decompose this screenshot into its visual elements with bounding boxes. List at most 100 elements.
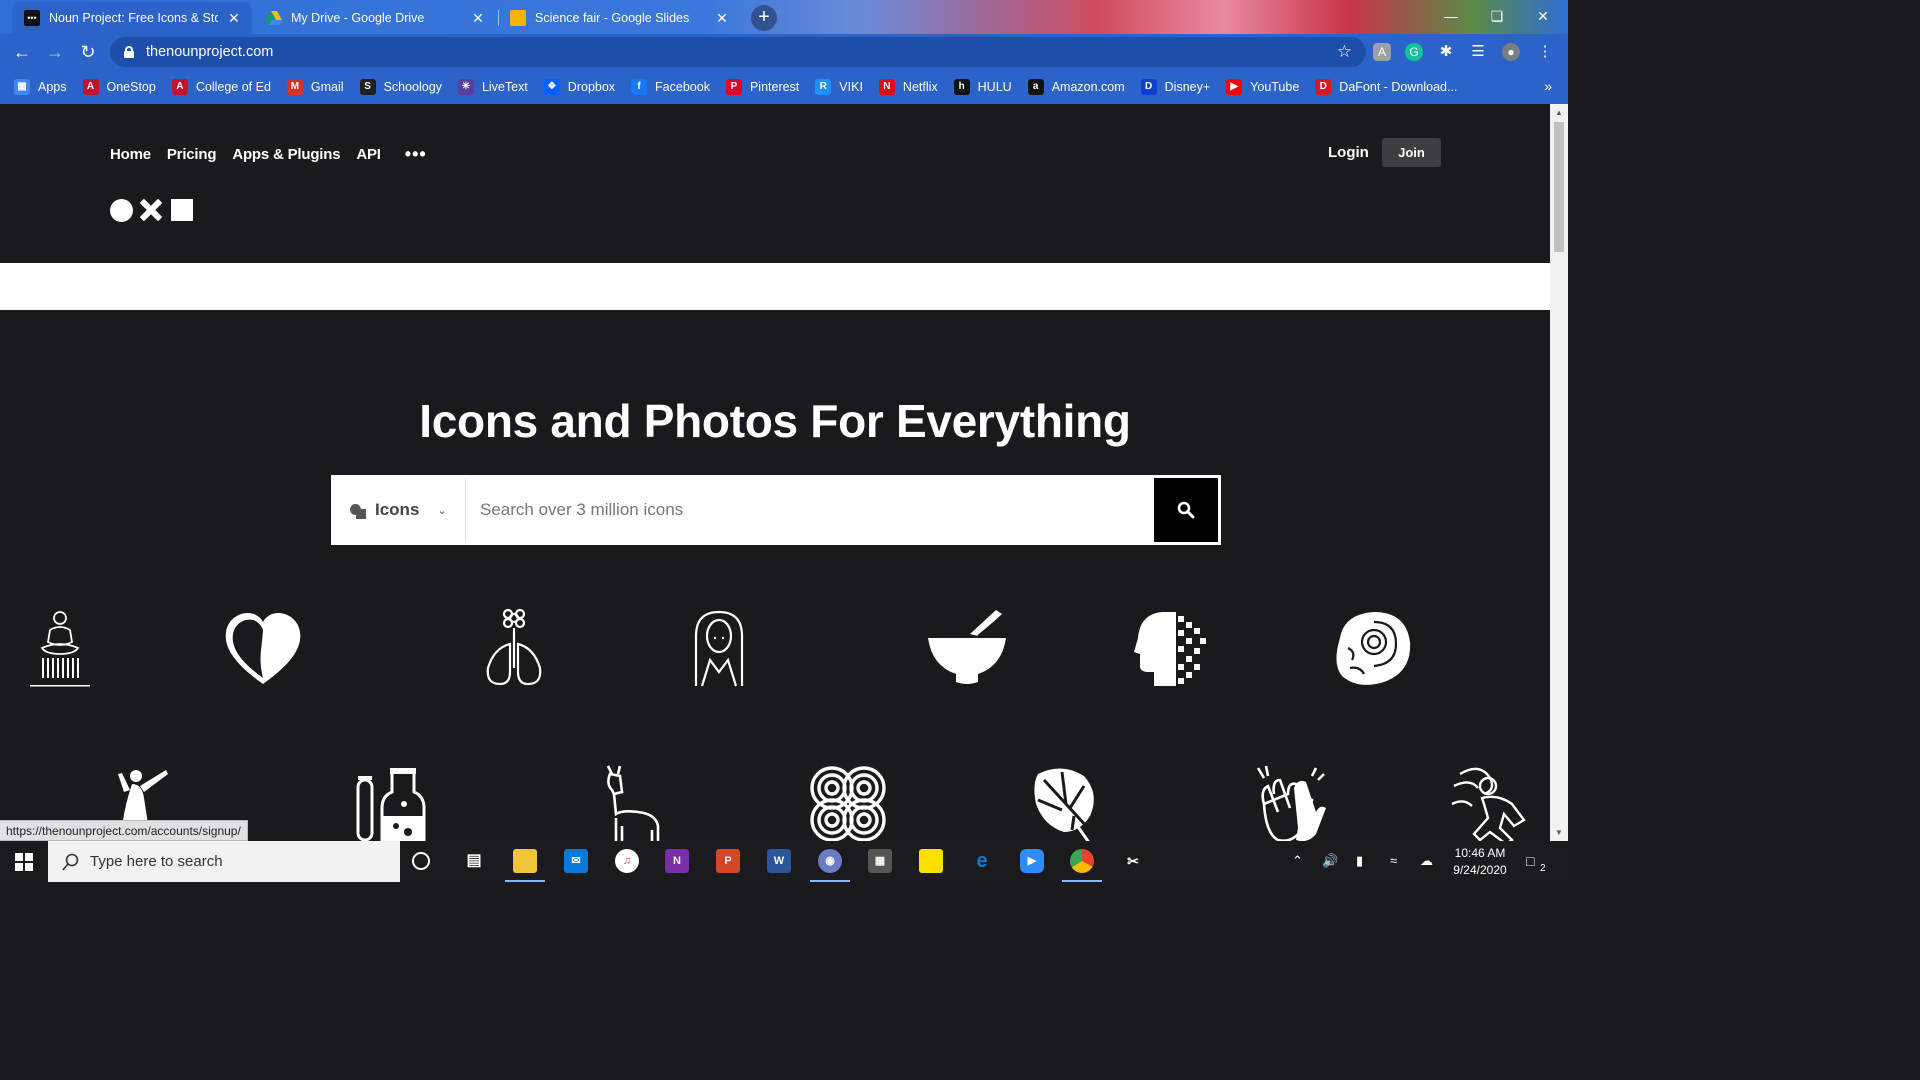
edge-icon[interactable]: e <box>970 849 994 873</box>
snip-tool-icon[interactable]: ✂ <box>1121 849 1145 873</box>
forward-button[interactable]: → <box>43 40 67 64</box>
lungs-flower-icon[interactable] <box>482 608 546 688</box>
calculator-icon[interactable]: ▦ <box>868 849 892 873</box>
taskbar-search-box[interactable]: Type here to search <box>48 841 400 882</box>
page-scrollbar[interactable]: ▲ ▼ <box>1550 104 1568 841</box>
bookmark-livetext[interactable]: ✳ LiveText <box>457 79 528 95</box>
file-explorer-icon[interactable] <box>513 849 537 873</box>
taskbar-clock[interactable]: 10:46 AM 9/24/2020 <box>1440 845 1520 879</box>
scroll-up-icon[interactable]: ▲ <box>1555 108 1563 117</box>
tab-close-icon[interactable]: ✕ <box>226 10 242 27</box>
address-bar[interactable]: thenounproject.com ☆ <box>110 37 1366 67</box>
mail-icon[interactable]: ✉ <box>564 849 588 873</box>
restore-button[interactable]: ❏ <box>1474 0 1520 32</box>
search-type-label: Icons <box>375 500 420 519</box>
nav-api[interactable]: API <box>356 146 381 163</box>
chrome-icon[interactable] <box>1070 849 1094 873</box>
extension-a-icon[interactable]: A <box>1373 43 1391 61</box>
bookmark-facebook[interactable]: f Facebook <box>631 79 710 95</box>
bookmark-label: Schoology <box>383 80 442 94</box>
clock-date: 9/24/2020 <box>1453 863 1507 877</box>
bookmark-label: Amazon.com <box>1051 80 1125 94</box>
wifi-icon[interactable]: ≈ <box>1390 853 1397 868</box>
chrome-menu-icon[interactable]: ⋮ <box>1536 43 1554 61</box>
grammarly-icon[interactable]: G <box>1405 43 1423 61</box>
woman-portrait-icon[interactable] <box>688 608 750 688</box>
bookmark-college-of-ed[interactable]: A College of Ed <box>171 79 271 95</box>
reading-list-icon[interactable]: ☰ <box>1469 43 1487 61</box>
zoom-icon[interactable]: ▶ <box>1020 849 1044 873</box>
bookmark-label: Pinterest <box>749 80 800 94</box>
bookmark-dropbox[interactable]: ❖ Dropbox <box>543 79 615 95</box>
back-button[interactable]: ← <box>10 40 34 64</box>
bookmark-pinterest[interactable]: P Pinterest <box>725 79 800 95</box>
monstera-leaf-icon[interactable] <box>1032 764 1098 841</box>
mortar-pestle-icon[interactable] <box>924 608 1010 688</box>
minimize-button[interactable]: — <box>1428 0 1474 32</box>
meditation-icon[interactable] <box>28 608 92 688</box>
nav-apps-plugins[interactable]: Apps & Plugins <box>232 146 340 163</box>
tray-chevron-up-icon[interactable]: ⌃ <box>1292 853 1303 869</box>
bookmark-onestop[interactable]: A OneStop <box>82 79 156 95</box>
search-bar: Icons ⌄ <box>331 475 1221 545</box>
volume-icon[interactable]: 🔊 <box>1322 853 1338 869</box>
bookmark-amazon-com[interactable]: a Amazon.com <box>1027 79 1125 95</box>
nav-home[interactable]: Home <box>110 146 151 163</box>
bookmark-disney[interactable]: D Disney+ <box>1140 79 1210 95</box>
search-type-dropdown[interactable]: Icons ⌄ <box>334 478 466 542</box>
profile-avatar[interactable]: ● <box>1502 43 1520 61</box>
nav-more-button[interactable]: ••• <box>405 144 427 165</box>
bookmark-youtube[interactable]: ▶ YouTube <box>1226 79 1299 95</box>
llama-icon[interactable] <box>602 764 662 841</box>
cortana-icon[interactable] <box>412 852 430 870</box>
noun-project-logo[interactable] <box>110 198 193 222</box>
notification-count-badge: 2 <box>1540 863 1546 874</box>
notification-center-icon[interactable]: □ <box>1526 853 1534 869</box>
ammonite-icon[interactable] <box>1330 608 1412 688</box>
paint-icon[interactable]: ◉ <box>818 849 842 873</box>
google-slides-favicon-icon <box>510 10 526 26</box>
wind-person-icon[interactable] <box>1450 764 1532 841</box>
bookmark-star-icon[interactable]: ☆ <box>1337 42 1352 62</box>
scrollbar-thumb[interactable] <box>1554 122 1564 252</box>
bookmark-gmail[interactable]: M Gmail <box>286 79 344 95</box>
test-tubes-icon[interactable] <box>352 764 428 841</box>
scroll-down-icon[interactable]: ▼ <box>1555 828 1563 837</box>
join-button[interactable]: Join <box>1382 138 1441 167</box>
windows-start-icon[interactable] <box>15 853 33 871</box>
tab-close-icon[interactable]: ✕ <box>714 10 730 27</box>
extensions-puzzle-icon[interactable]: ✱ <box>1437 43 1455 61</box>
bookmarks-overflow-button[interactable]: » <box>1544 78 1552 94</box>
search-button[interactable] <box>1154 478 1218 542</box>
sticky-notes-icon[interactable] <box>919 849 943 873</box>
battery-icon[interactable]: ▮ <box>1356 853 1363 869</box>
search-input[interactable] <box>466 478 1154 542</box>
tab-noun-project[interactable]: ••• Noun Project: Free Icons & Stock ✕ <box>12 2 252 34</box>
tab-title: My Drive - Google Drive <box>291 11 425 25</box>
bookmark-netflix[interactable]: N Netflix <box>878 79 938 95</box>
powerpoint-icon[interactable]: P <box>716 849 740 873</box>
onenote-icon[interactable]: N <box>665 849 689 873</box>
heart-face-icon[interactable] <box>222 608 304 688</box>
clapping-hands-icon[interactable] <box>1254 764 1334 841</box>
bookmark-hulu[interactable]: h HULU <box>953 79 1012 95</box>
login-link[interactable]: Login <box>1328 144 1369 161</box>
task-view-icon[interactable]: ▤ <box>462 849 486 873</box>
bookmark-viki[interactable]: R VIKI <box>815 79 863 95</box>
new-tab-button[interactable]: + <box>751 5 777 31</box>
close-window-button[interactable]: ✕ <box>1520 0 1566 32</box>
itunes-icon[interactable]: ♫ <box>615 849 639 873</box>
knot-pattern-icon[interactable] <box>808 764 888 841</box>
bookmark-schoology[interactable]: S Schoology <box>359 79 442 95</box>
bookmark-apps[interactable]: ▦ Apps <box>14 79 67 95</box>
pixel-head-icon[interactable] <box>1132 608 1212 688</box>
onedrive-icon[interactable]: ☁ <box>1420 853 1433 869</box>
reload-button[interactable]: ↻ <box>76 40 100 64</box>
tab-google-slides[interactable]: Science fair - Google Slides ✕ <box>498 2 740 34</box>
bookmark-dafont-download[interactable]: D DaFont - Download... <box>1315 79 1457 95</box>
tab-google-drive[interactable]: My Drive - Google Drive ✕ <box>254 2 496 34</box>
word-icon[interactable]: W <box>767 849 791 873</box>
bookmark-label: DaFont - Download... <box>1339 80 1458 94</box>
tab-close-icon[interactable]: ✕ <box>470 10 486 27</box>
nav-pricing[interactable]: Pricing <box>167 146 217 163</box>
